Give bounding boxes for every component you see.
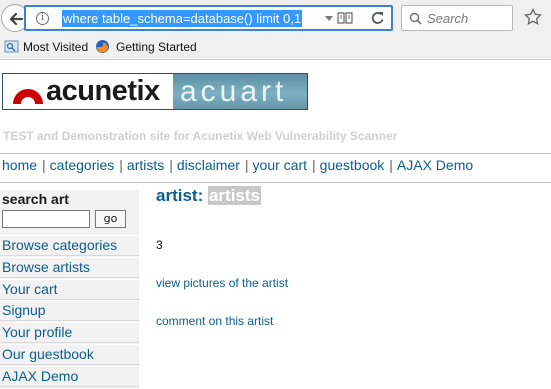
bookmarks-toolbar: Most Visited Getting Started [0,36,551,60]
sidebar-item-browse-artists[interactable]: Browse artists [0,257,139,278]
browser-toolbar: i where table_schema=database() limit 0,… [0,0,551,36]
site-tagline: TEST and Demonstration site for Acunetix… [3,129,398,143]
menu-disclaimer[interactable]: disclaimer [177,157,240,173]
url-bar[interactable]: i where table_schema=database() limit 0,… [24,5,393,31]
menu-separator: | [389,157,393,173]
menu-separator: | [119,157,123,173]
acunetix-emblem-icon [13,89,43,104]
search-art-input[interactable] [2,210,90,228]
sidebar-item-your-profile[interactable]: Your profile [0,322,139,343]
acuart-logo: acuart [173,74,307,109]
site-logo[interactable]: acunetix acuart [2,73,308,110]
info-icon[interactable]: i [36,12,49,25]
menu-separator: | [244,157,249,173]
reload-icon[interactable] [370,10,386,26]
artist-count: 3 [156,238,163,252]
menu-categories[interactable]: categories [50,157,115,173]
page-title-prefix: artist: [156,186,204,205]
page-title: artist: artists [156,186,261,206]
sidebar-item-ajax-demo[interactable]: AJAX Demo [0,366,139,387]
comment-artist-link[interactable]: comment on this artist [156,314,273,328]
chevron-down-icon[interactable] [322,10,336,26]
menu-artists[interactable]: artists [127,157,164,173]
view-pictures-link[interactable]: view pictures of the artist [156,276,288,290]
bookmark-getting-started[interactable]: Getting Started [116,40,197,54]
menu-separator: | [169,157,173,173]
bookmark-star-icon[interactable] [524,8,542,26]
top-menu: home | categories | artists | disclaimer | your … [2,157,473,173]
acuart-logo-text: acuart [180,75,288,108]
bookmark-folder-icon [4,40,19,53]
bookmark-most-visited[interactable]: Most Visited [23,40,88,54]
sidebar-item-signup[interactable]: Signup [0,300,139,321]
menu-home[interactable]: home [2,157,37,173]
search-go-button[interactable]: go [95,210,126,228]
page-title-value: artists [207,186,261,205]
sidebar-item-browse-categories[interactable]: Browse categories [0,235,139,256]
back-arrow-icon [9,12,24,26]
menu-separator: | [42,157,46,173]
sidebar-item-your-cart[interactable]: Your cart [0,279,139,300]
firefox-icon [96,40,109,53]
menu-your-cart[interactable]: your cart [253,157,307,173]
acunetix-logo: acunetix [3,74,173,109]
url-text[interactable]: where table_schema=database() limit 0,1 [62,10,303,27]
reader-view-icon[interactable] [337,11,353,25]
acunetix-logo-text: acunetix [46,75,160,107]
divider [0,153,551,154]
search-art-title: search art [2,191,69,207]
menu-ajax-demo[interactable]: AJAX Demo [397,157,473,173]
divider [0,182,551,183]
menu-guestbook[interactable]: guestbook [320,157,385,173]
search-bar[interactable]: Search [401,5,513,31]
menu-separator: | [312,157,316,173]
search-placeholder: Search [427,11,469,26]
sidebar-item-our-guestbook[interactable]: Our guestbook [0,344,139,365]
search-icon [409,12,422,25]
